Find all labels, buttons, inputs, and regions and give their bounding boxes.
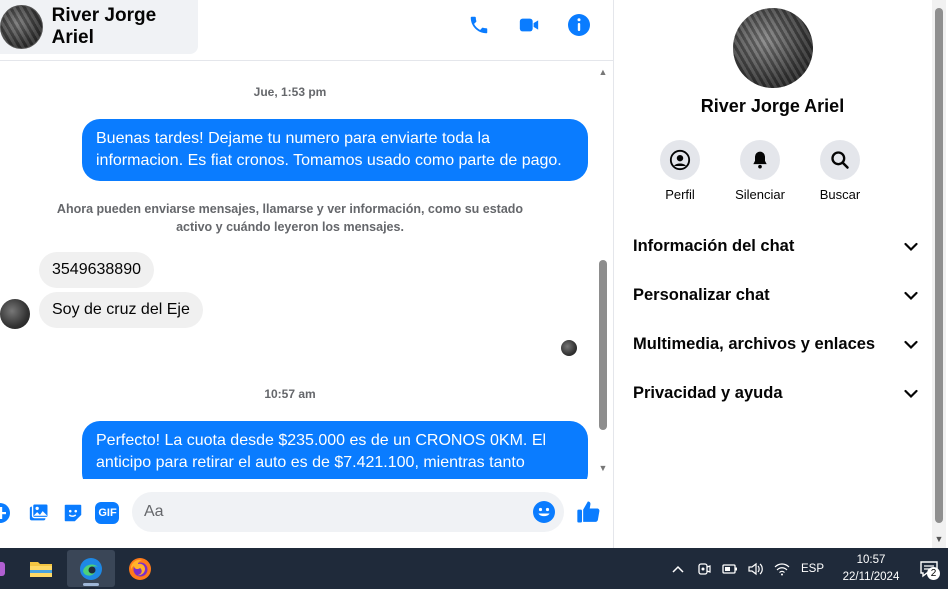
taskbar-clock[interactable]: 10:57 22/11/2024 [832,552,910,586]
chevron-up-icon[interactable] [666,557,690,581]
scroll-up-arrow-icon[interactable]: ▲ [598,68,608,77]
file-explorer-icon[interactable] [17,550,65,587]
scroll-down-arrow-icon[interactable]: ▼ [932,534,946,544]
plus-icon[interactable] [0,500,12,526]
info-contact-name: River Jorge Ariel [700,96,845,116]
message-list[interactable]: Jue, 1:53 pm Buenas tardes! Dejame tu nu… [0,61,613,479]
volume-icon[interactable] [744,557,768,581]
messenger-window: River Jorge Ariel Jue, 1:53 pm Buenas ta… [0,0,948,548]
composer: GIF [0,479,613,548]
info-menu: Información del chat Personalizar chat M… [633,222,918,418]
info-icon[interactable] [567,12,591,38]
chevron-down-icon [904,389,918,398]
bell-icon [740,140,780,180]
notification-center-icon[interactable]: 2 [910,548,948,589]
message-scrollbar[interactable]: ▲ ▼ [597,66,609,474]
search-button[interactable]: Buscar [811,140,869,202]
chat-header: River Jorge Ariel [0,0,613,61]
clock-date: 22/11/2024 [842,570,900,583]
section-chat-info[interactable]: Información del chat [633,222,918,271]
video-call-icon[interactable] [517,12,541,38]
phone-icon[interactable] [467,12,491,38]
page-scroll-thumb[interactable] [935,8,943,523]
contact-header-button[interactable]: River Jorge Ariel [0,0,198,54]
read-receipt-avatar [561,340,577,356]
wifi-icon[interactable] [770,557,794,581]
windows-taskbar: ESP 10:57 22/11/2024 2 [0,548,948,589]
sender-avatar [0,299,30,329]
incoming-message[interactable]: Soy de cruz del Eje [39,292,203,328]
notification-count-badge: 2 [927,567,940,580]
battery-icon[interactable] [718,557,742,581]
system-tray: ESP 10:57 22/11/2024 2 [665,548,948,589]
section-privacy-help[interactable]: Privacidad y ayuda [633,369,918,418]
section-customize-chat[interactable]: Personalizar chat [633,271,918,320]
input-language[interactable]: ESP [801,563,824,575]
meet-now-icon[interactable] [692,557,716,581]
system-notice: Ahora pueden enviarse mensajes, llamarse… [56,202,524,234]
outgoing-message[interactable]: Perfecto! La cuota desde $235.000 es de … [82,421,588,479]
contact-avatar [0,5,43,49]
chat-pane: River Jorge Ariel Jue, 1:53 pm Buenas ta… [0,0,613,548]
gif-icon[interactable]: GIF [94,500,120,526]
search-icon [820,140,860,180]
outgoing-message[interactable]: Buenas tardes! Dejame tu numero para env… [82,119,588,181]
emoji-icon[interactable] [532,500,556,524]
edge-icon[interactable] [67,550,115,587]
message-input[interactable] [144,501,514,523]
firefox-icon[interactable] [116,550,164,587]
message-timestamp: Jue, 1:53 pm [253,85,327,99]
message-timestamp: 10:57 am [264,387,316,401]
contact-name: River Jorge Ariel [51,5,157,48]
clock-time: 10:57 [856,553,886,566]
sticker-icon[interactable] [60,500,86,526]
scroll-down-arrow-icon[interactable]: ▼ [598,464,608,473]
page-scrollbar[interactable]: ▼ [932,0,946,548]
section-media-files-links[interactable]: Multimedia, archivos y enlaces [633,320,918,369]
conversation-info-panel: River Jorge Ariel Perfil Silenciar Busca… [613,0,948,548]
chevron-down-icon [904,291,918,300]
taskbar-app-partial-icon[interactable] [0,562,5,576]
chevron-down-icon [904,340,918,349]
thumbs-up-icon[interactable] [575,498,603,526]
chevron-down-icon [904,242,918,251]
contact-profile-picture [733,8,813,88]
scroll-thumb[interactable] [599,260,607,430]
incoming-message[interactable]: 3549638890 [39,252,154,288]
mute-button[interactable]: Silenciar [731,140,789,202]
profile-button[interactable]: Perfil [651,140,709,202]
message-input-container[interactable] [132,492,564,532]
profile-icon [660,140,700,180]
image-icon[interactable] [26,500,52,526]
